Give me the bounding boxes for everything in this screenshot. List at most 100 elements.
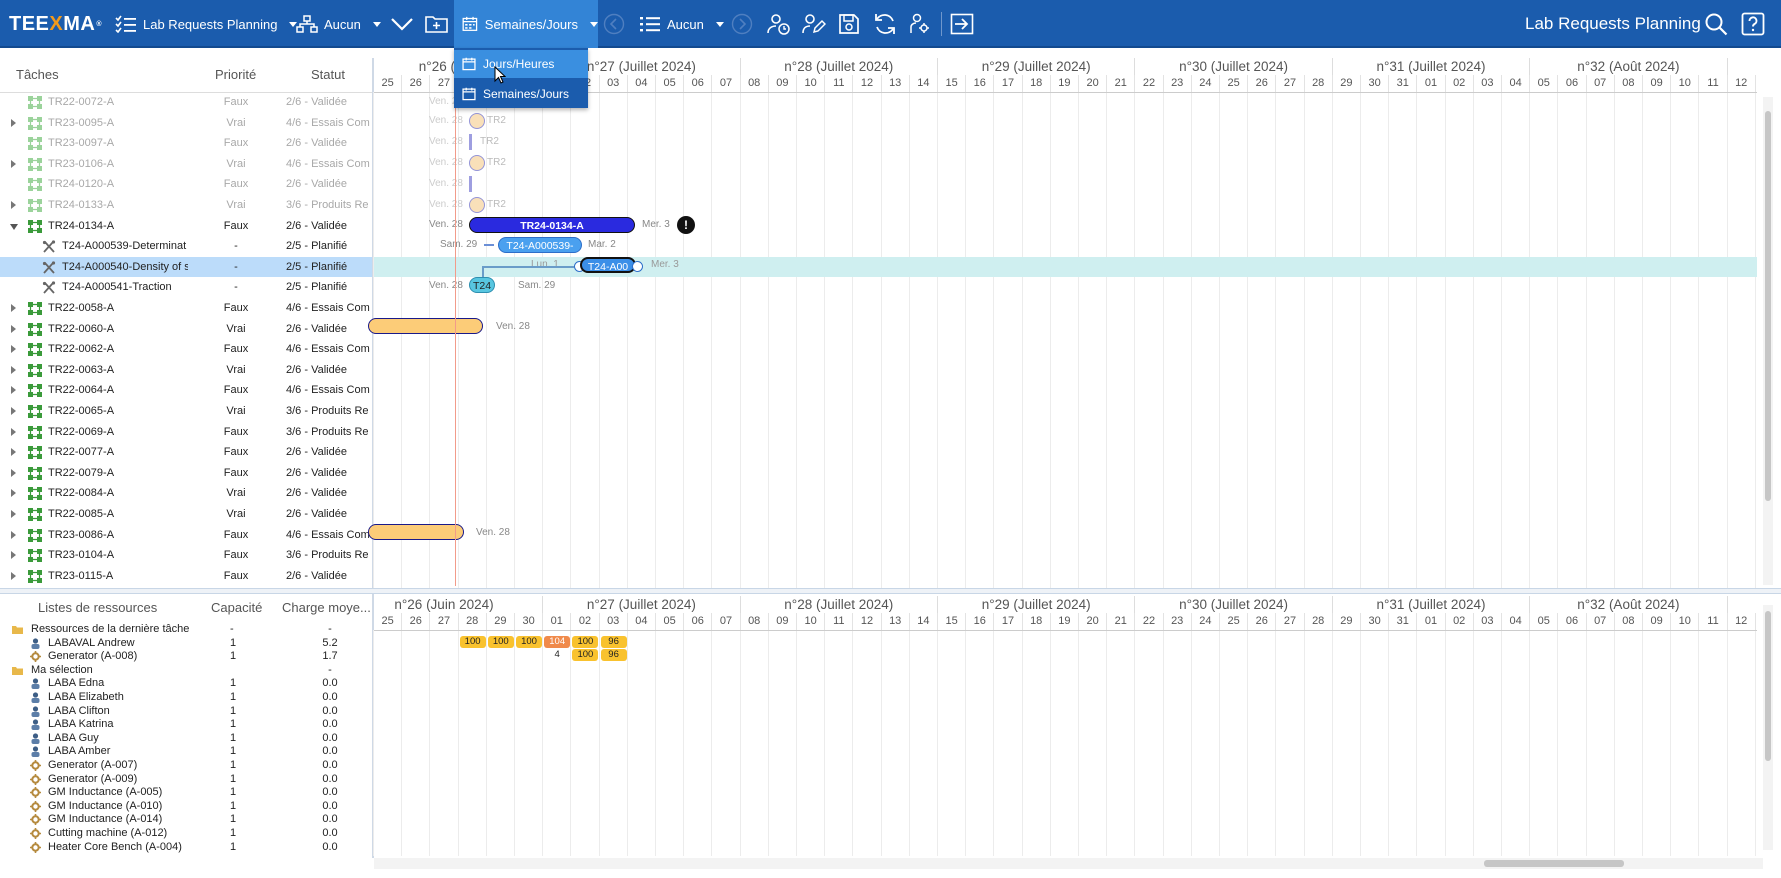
- task-bar-tr23-0086-a[interactable]: [368, 524, 464, 540]
- expand-toggle-icon[interactable]: [11, 386, 16, 395]
- user-settings-button[interactable]: [909, 0, 931, 48]
- task-row[interactable]: TR22-0079-A Faux 2/6 - Validée: [0, 463, 372, 484]
- resource-row[interactable]: LABA Elizabeth 1 0.0: [0, 691, 372, 705]
- expand-toggle-icon[interactable]: [11, 324, 16, 333]
- expand-toggle-icon[interactable]: [11, 448, 16, 457]
- view-option-jours-heures[interactable]: Jours/Heures: [454, 50, 588, 78]
- resource-row[interactable]: GM Inductance (A-010) 1 0.0: [0, 800, 372, 814]
- task-row[interactable]: TR23-0104-A Faux 3/6 - Produits Re: [0, 545, 372, 566]
- task-bar-t24-a000539[interactable]: T24-A000539-: [498, 237, 582, 253]
- milestone-marker[interactable]: [469, 134, 472, 150]
- task-row[interactable]: TR22-0085-A Vrai 2/6 - Validée: [0, 504, 372, 525]
- collapse-button[interactable]: [390, 0, 414, 48]
- planning-selector[interactable]: Lab Requests Planning: [115, 0, 298, 48]
- list-selector[interactable]: Aucun: [639, 0, 724, 48]
- resource-row[interactable]: GM Inductance (A-005) 1 0.0: [0, 786, 372, 800]
- resource-row[interactable]: Generator (A-008) 1 1.7: [0, 650, 372, 664]
- resource-group-row[interactable]: Ma sélection -: [0, 664, 372, 678]
- resource-row[interactable]: LABA Edna 1 0.0: [0, 677, 372, 691]
- view-option-semaines-jours[interactable]: Semaines/Jours: [454, 80, 588, 108]
- task-vertical-scrollbar[interactable]: [1763, 97, 1773, 585]
- load-cell[interactable]: 96: [600, 636, 627, 648]
- view-mode-selector[interactable]: Semaines/Jours: [454, 0, 598, 48]
- expand-toggle-icon[interactable]: [11, 201, 16, 209]
- load-cell[interactable]: 104: [544, 636, 571, 648]
- next-button[interactable]: [731, 0, 753, 48]
- column-header-tasks[interactable]: Tâches: [16, 58, 59, 92]
- task-row[interactable]: TR22-0062-A Faux 4/6 - Essais Com: [0, 339, 372, 360]
- previous-button[interactable]: [603, 0, 625, 48]
- expand-toggle-icon[interactable]: [11, 118, 16, 127]
- load-cell[interactable]: 100: [459, 636, 486, 648]
- task-bar-tr22-0060-a[interactable]: [368, 318, 483, 334]
- task-row[interactable]: TR24-0120-A Faux 2/6 - Validée: [0, 174, 372, 195]
- milestone-marker[interactable]: [469, 176, 472, 192]
- task-row[interactable]: TR23-0095-A Vrai 4/6 - Essais Com: [0, 113, 372, 134]
- column-header-status[interactable]: Statut: [311, 58, 345, 92]
- column-header-priority[interactable]: Priorité: [215, 58, 256, 92]
- link-handle-end[interactable]: [632, 261, 643, 272]
- expand-toggle-icon[interactable]: [11, 407, 16, 415]
- load-cell[interactable]: 100: [487, 636, 514, 648]
- task-bar-tr24-0134-a[interactable]: TR24-0134-A: [469, 217, 635, 233]
- expand-toggle-icon[interactable]: [11, 468, 16, 477]
- resource-row[interactable]: Generator (A-007) 1 0.0: [0, 759, 372, 773]
- load-cell[interactable]: 4: [544, 649, 570, 661]
- expand-toggle-icon[interactable]: [11, 159, 16, 168]
- expand-toggle-icon[interactable]: [11, 304, 16, 312]
- task-row[interactable]: TR22-0063-A Vrai 2/6 - Validée: [0, 360, 372, 381]
- expand-toggle-icon[interactable]: [10, 223, 18, 230]
- load-cell[interactable]: 100: [572, 649, 599, 661]
- expand-toggle-icon[interactable]: [11, 551, 16, 560]
- search-button[interactable]: [1704, 0, 1728, 48]
- task-row[interactable]: TR22-0069-A Faux 3/6 - Produits Re: [0, 422, 372, 443]
- expand-toggle-icon[interactable]: [11, 530, 16, 539]
- add-task-button[interactable]: [425, 0, 449, 48]
- task-row[interactable]: T24-A000540-Density of s - 2/5 - Planifié: [0, 256, 372, 278]
- load-cell[interactable]: 96: [600, 649, 627, 661]
- load-cell[interactable]: 100: [572, 636, 599, 648]
- horizontal-splitter[interactable]: [0, 588, 1781, 594]
- group-selector[interactable]: Aucun: [296, 0, 381, 48]
- expand-toggle-icon[interactable]: [11, 489, 16, 498]
- task-row[interactable]: TR22-0060-A Vrai 2/6 - Validée: [0, 319, 372, 340]
- task-row[interactable]: TR23-0086-A Faux 4/6 - Essais Com: [0, 525, 372, 546]
- task-row[interactable]: TR23-0097-A Faux 2/6 - Validée: [0, 133, 372, 154]
- task-row[interactable]: T24-A000541-Traction - 2/5 - Planifié: [0, 277, 372, 298]
- resource-row[interactable]: Heater Core Bench (A-004) 1 0.0: [0, 841, 372, 855]
- task-row[interactable]: TR24-0133-A Vrai 3/6 - Produits Re: [0, 195, 372, 216]
- resource-row[interactable]: LABA Clifton 1 0.0: [0, 705, 372, 719]
- resource-row[interactable]: LABAVAL Andrew 1 5.2: [0, 637, 372, 651]
- export-button[interactable]: [950, 0, 974, 48]
- expand-toggle-icon[interactable]: [11, 427, 16, 436]
- task-row[interactable]: TR22-0072-A Faux 2/6 - Validée: [0, 92, 372, 113]
- task-row[interactable]: TR22-0058-A Faux 4/6 - Essais Com: [0, 298, 372, 319]
- resource-row[interactable]: LABA Guy 1 0.0: [0, 732, 372, 746]
- expand-toggle-icon[interactable]: [11, 365, 16, 374]
- expand-toggle-icon[interactable]: [11, 345, 16, 354]
- task-row[interactable]: TR22-0064-A Faux 4/6 - Essais Com: [0, 380, 372, 401]
- task-row[interactable]: TR23-0106-A Vrai 4/6 - Essais Com: [0, 154, 372, 175]
- task-row[interactable]: T24-A000539-Determinat - 2/5 - Planifié: [0, 236, 372, 257]
- milestone-marker[interactable]: [469, 113, 485, 129]
- resource-row[interactable]: Cutting machine (A-012) 1 0.0: [0, 827, 372, 841]
- resource-row[interactable]: Generator (A-009) 1 0.0: [0, 773, 372, 787]
- timeline-horizontal-scrollbar[interactable]: [374, 858, 1763, 869]
- task-bar-t24-a000541[interactable]: T24: [469, 277, 495, 293]
- task-row[interactable]: TR22-0077-A Faux 2/6 - Validée: [0, 442, 372, 463]
- expand-toggle-icon[interactable]: [11, 571, 16, 580]
- task-row[interactable]: TR22-0084-A Vrai 2/6 - Validée: [0, 483, 372, 504]
- task-row[interactable]: TR22-0065-A Vrai 3/6 - Produits Re: [0, 401, 372, 422]
- assign-resource-button[interactable]: [802, 0, 826, 48]
- column-header-capacity[interactable]: Capacité: [211, 598, 262, 618]
- refresh-button[interactable]: [873, 0, 897, 48]
- column-header-resource-lists[interactable]: Listes de ressources: [38, 598, 157, 618]
- expand-toggle-icon[interactable]: [11, 510, 16, 518]
- load-cell[interactable]: 100: [516, 636, 542, 648]
- warning-icon[interactable]: !: [677, 216, 695, 234]
- milestone-marker[interactable]: [469, 197, 485, 213]
- resource-row[interactable]: LABA Katrina 1 0.0: [0, 718, 372, 732]
- save-button[interactable]: [838, 0, 860, 48]
- milestone-marker[interactable]: [469, 155, 485, 171]
- task-row[interactable]: TR24-0134-A Faux 2/6 - Validée: [0, 216, 372, 237]
